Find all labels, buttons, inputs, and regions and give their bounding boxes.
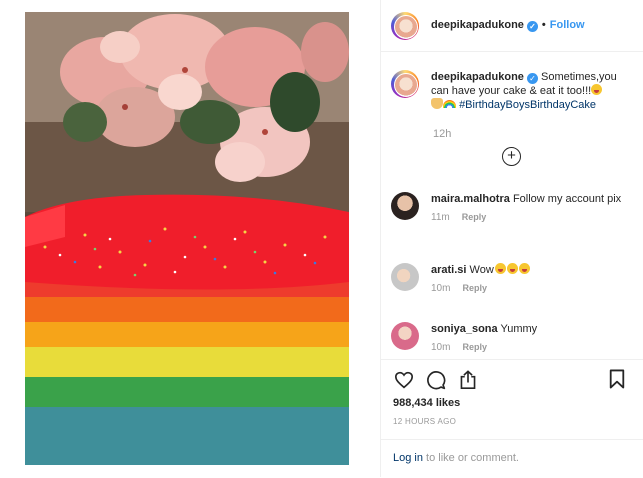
caption-username[interactable]: deepikapadukone (431, 71, 524, 83)
reply-button[interactable]: Reply (462, 283, 487, 293)
caption-hashtag[interactable]: #BirthdayBoysBirthdayCake (459, 99, 596, 111)
load-more-comments-button[interactable]: + (502, 147, 521, 166)
post-image[interactable] (25, 12, 349, 465)
caption-time: 12h (433, 128, 452, 140)
follow-button[interactable]: Follow (550, 19, 585, 31)
yum-emoji-icon (494, 263, 506, 274)
post-side-panel: deepikapadukone ✓ • Follow deepikapadukone ✓… (380, 0, 643, 477)
post-actions: 988,434 likes 12 HOURS AGO Log in to lik… (381, 359, 643, 477)
author-username[interactable]: deepikapadukone ✓ • Follow (431, 19, 585, 32)
yum-emoji-icon (518, 263, 530, 274)
login-prompt-text: to like or comment. (422, 452, 519, 464)
comment-time: 10m (431, 283, 451, 294)
comment-username[interactable]: soniya_sona (431, 323, 498, 335)
author-avatar[interactable] (391, 11, 419, 40)
comment-meta: 10m Reply (431, 283, 530, 294)
login-link[interactable]: Log in (393, 452, 423, 464)
comment-text: soniya_sona Yummy (431, 322, 537, 336)
comment-text: arati.si Wow (431, 263, 530, 277)
comment-body: Wow (469, 264, 494, 276)
heart-icon[interactable] (393, 369, 415, 391)
comment-item: soniya_sona Yummy 10m Reply (391, 322, 636, 353)
verified-icon: ✓ (526, 21, 538, 32)
comment-meta: 10m Reply (431, 342, 537, 353)
comment-body: Follow my account pix (512, 193, 622, 205)
comment-username[interactable]: arati.si (431, 264, 466, 276)
commenter-avatar[interactable] (391, 322, 419, 350)
comment-icon[interactable] (425, 369, 447, 391)
post-timestamp: 12 HOURS AGO (393, 417, 457, 426)
yum-emoji-icon (506, 263, 518, 274)
action-icons (393, 369, 489, 391)
comments-list[interactable]: deepikapadukone ✓ Sometimes,you can have … (381, 52, 643, 359)
raising-hands-emoji-icon (431, 98, 443, 109)
caption-text: deepikapadukone ✓ Sometimes,you can have … (431, 70, 636, 112)
comment-username[interactable]: maira.malhotra (431, 193, 510, 205)
comment-time: 11m (431, 212, 450, 223)
login-prompt: Log in to like or comment. (381, 439, 643, 478)
author-username-text[interactable]: deepikapadukone (431, 19, 524, 31)
comment-item: arati.si Wow 10m Reply (391, 263, 636, 294)
comment-time: 10m (431, 342, 451, 353)
commenter-avatar[interactable] (391, 192, 419, 220)
caption-avatar[interactable] (391, 70, 419, 98)
likes-count[interactable]: 988,434 likes (393, 397, 460, 409)
verified-icon: ✓ (526, 73, 538, 84)
reply-button[interactable]: Reply (462, 212, 487, 222)
post-dialog: deepikapadukone ✓ • Follow deepikapadukone ✓… (0, 0, 643, 477)
rainbow-cake-photo (25, 194, 349, 465)
commenter-avatar[interactable] (391, 263, 419, 291)
comment-text: maira.malhotra Follow my account pix (431, 192, 621, 206)
comment-body: Yummy (500, 323, 538, 335)
bookmark-icon[interactable] (608, 369, 630, 391)
rainbow-emoji-icon (443, 100, 456, 108)
post-header: deepikapadukone ✓ • Follow (381, 0, 643, 52)
comment-item: maira.malhotra Follow my account pix 11m… (391, 192, 636, 223)
share-icon[interactable] (457, 369, 479, 391)
separator-dot: • (541, 19, 546, 31)
yum-emoji-icon (591, 84, 603, 95)
post-caption: deepikapadukone ✓ Sometimes,you can have … (391, 70, 636, 112)
comment-meta: 11m Reply (431, 212, 621, 223)
reply-button[interactable]: Reply (462, 342, 487, 352)
